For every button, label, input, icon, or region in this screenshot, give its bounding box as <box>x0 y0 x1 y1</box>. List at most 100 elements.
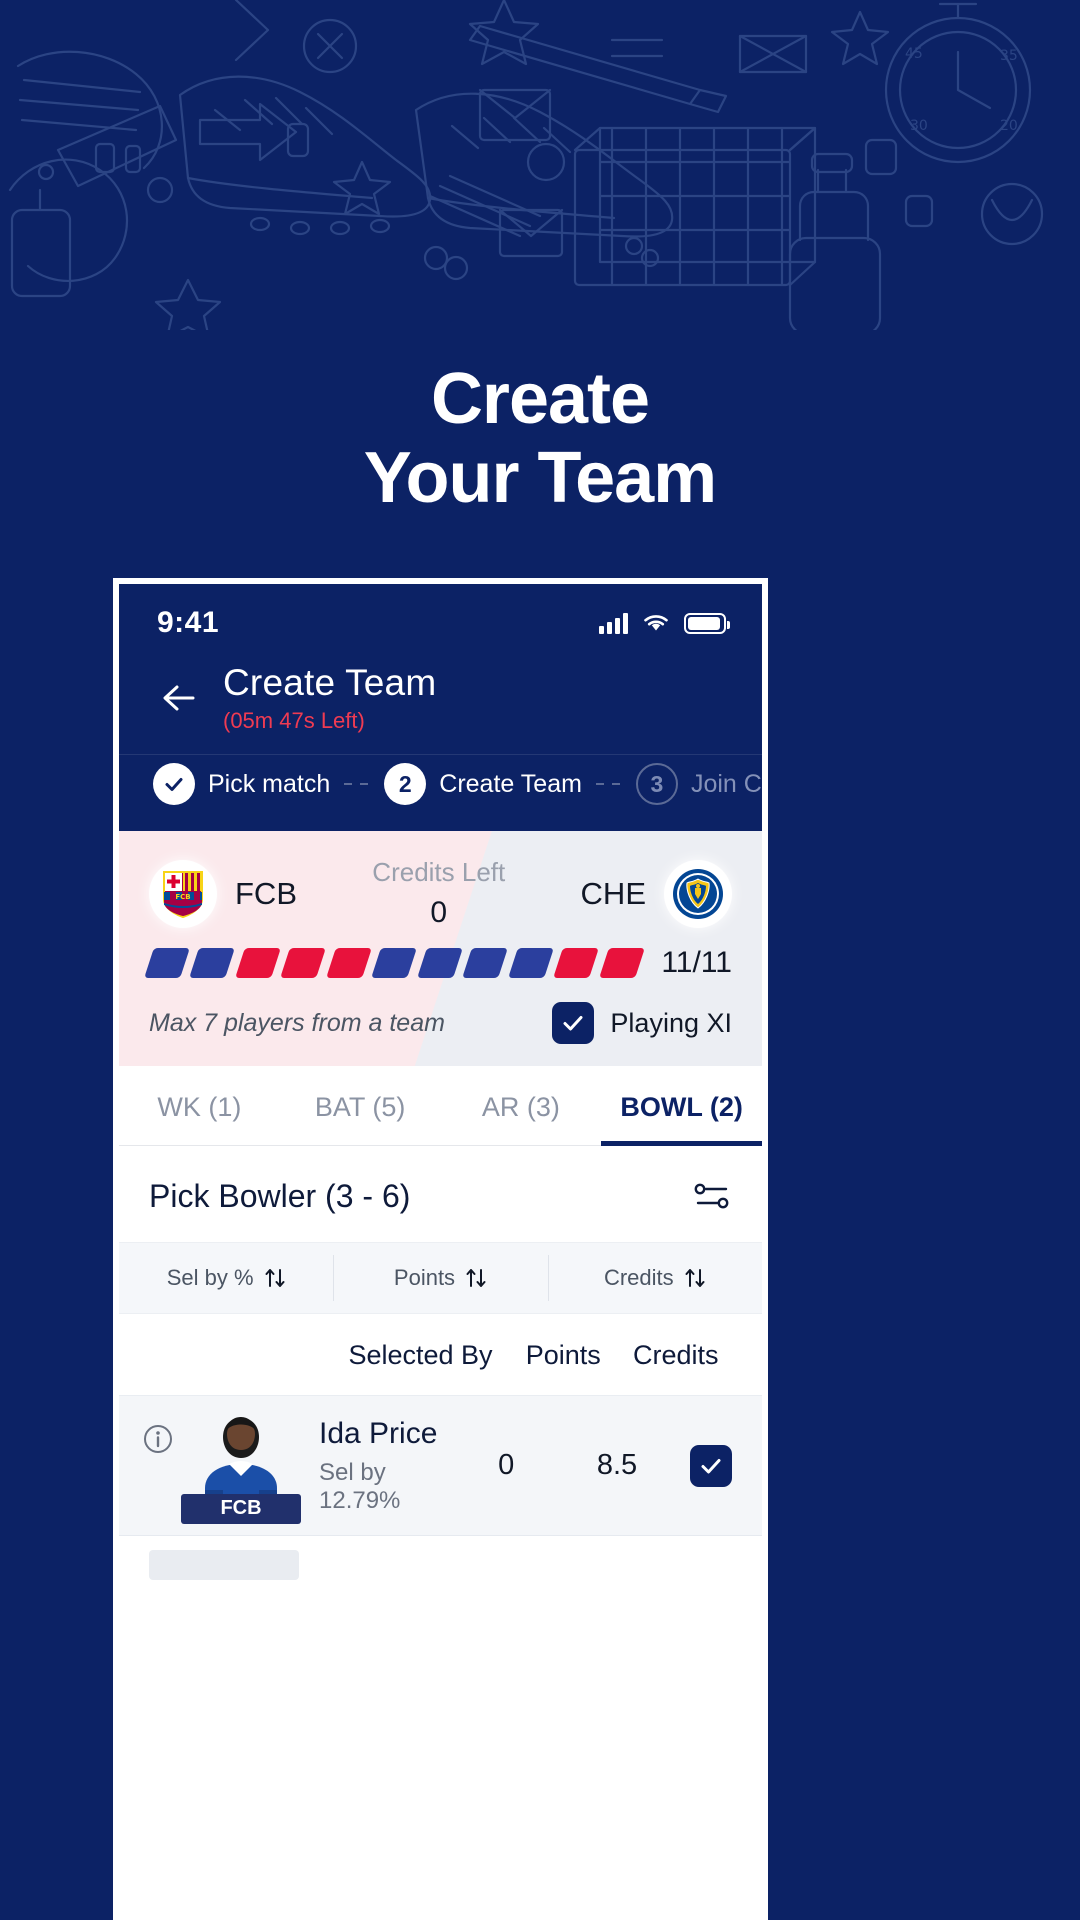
info-circle-icon[interactable] <box>143 1424 173 1454</box>
battery-full-icon <box>684 612 730 634</box>
check-icon <box>701 1458 721 1473</box>
header-title-block: Create Team (05m 47s Left) <box>223 664 436 732</box>
player-table-headers: Selected By Points Credits <box>119 1314 762 1396</box>
status-bar-icons <box>599 611 730 635</box>
filter-credits[interactable]: Credits <box>547 1243 762 1313</box>
che-crest-icon <box>664 859 732 928</box>
player-name: Ida Price <box>319 1416 438 1450</box>
slot-2 <box>189 948 236 978</box>
step-1-label: Pick match <box>208 769 331 798</box>
player-select-checkbox[interactable] <box>690 1444 732 1487</box>
status-bar: 9:41 <box>119 584 762 646</box>
playing-xi-toggle[interactable]: Playing XI <box>552 1002 732 1044</box>
step-separator-2 <box>595 783 622 785</box>
slot-9 <box>508 948 555 978</box>
step-join-contest[interactable]: 3 Join Contest <box>635 763 762 805</box>
svg-text:35: 35 <box>1000 48 1018 64</box>
svg-text:30: 30 <box>910 118 928 134</box>
player-slots: 11/11 <box>119 930 762 980</box>
svg-text:20: 20 <box>1000 118 1018 134</box>
slot-11 <box>598 948 646 978</box>
player-team-badge: FCB <box>181 1493 301 1524</box>
filter-points-label: Points <box>393 1265 456 1290</box>
header-selected-by: Selected By <box>348 1340 493 1370</box>
tab-wk[interactable]: WK (1) <box>119 1066 280 1145</box>
sports-doodle-background: 45 35 30 20 <box>0 0 1080 330</box>
step-create-team[interactable]: 2 Create Team <box>384 763 582 805</box>
credits-left-block: Credits Left 0 <box>372 857 505 930</box>
sort-updown-icon <box>265 1269 285 1287</box>
filter-points[interactable]: Points <box>333 1243 547 1313</box>
slot-4 <box>280 948 327 978</box>
tab-bat[interactable]: BAT (5) <box>280 1066 441 1145</box>
slot-6 <box>371 948 418 978</box>
next-row-placeholder <box>149 1550 299 1580</box>
player-sel-by: Sel by 12.79% <box>319 1458 401 1514</box>
player-points: 0 <box>498 1449 515 1481</box>
tab-bowl[interactable]: BOWL (2) <box>601 1066 762 1146</box>
page-title: Create Team <box>223 662 437 703</box>
filter-sel-by-percent[interactable]: Sel by % <box>119 1243 333 1313</box>
app-screen: 9:41 Create Team (05m 47s Left) Pick mat… <box>119 584 762 1920</box>
fcb-crest-icon: FCB <box>149 859 217 928</box>
playing-xi-checkbox[interactable] <box>552 1002 595 1044</box>
phone-mockup: 9:41 Create Team (05m 47s Left) Pick mat… <box>113 578 768 1920</box>
tab-ar[interactable]: AR (3) <box>441 1066 602 1145</box>
header-points: Points <box>525 1340 601 1370</box>
step-separator-1 <box>344 783 371 785</box>
sort-updown-icon <box>466 1269 486 1287</box>
max-players-note: Max 7 players from a team <box>149 1008 445 1037</box>
hero-line-1: Create <box>430 359 650 439</box>
team-right-code: CHE <box>580 875 646 911</box>
slot-count: 11/11 <box>661 946 732 979</box>
team-left-code: FCB <box>235 875 297 911</box>
slot-3 <box>235 948 282 978</box>
next-row-peek <box>119 1536 762 1550</box>
teams-credits-row: FCB FCB Credits Left 0 CHE <box>119 831 762 930</box>
header-credits: Credits <box>633 1340 719 1370</box>
back-arrow-icon[interactable] <box>157 676 201 720</box>
table-row[interactable]: FCB Ida Price Sel by 12.79% 0 8.5 <box>119 1396 762 1536</box>
credits-left-label: Credits Left <box>372 857 506 887</box>
svg-text:FCB: FCB <box>175 893 190 901</box>
filter-credits-label: Credits <box>603 1265 674 1290</box>
sort-updown-icon <box>685 1269 705 1287</box>
filter-sel-by-percent-label: Sel by % <box>166 1265 254 1290</box>
svg-text:45: 45 <box>905 46 923 62</box>
player-select-toggle[interactable] <box>672 1444 732 1487</box>
credits-panel: FCB FCB Credits Left 0 CHE 11/11 Max 7 p… <box>119 831 762 1066</box>
app-header: 9:41 Create Team (05m 47s Left) Pick mat… <box>119 584 762 831</box>
sort-filter-row: Sel by % Points Credits <box>119 1242 762 1314</box>
slot-8 <box>462 948 509 978</box>
slot-10 <box>553 948 600 978</box>
sort-settings-icon[interactable] <box>692 1176 732 1216</box>
team-left: FCB FCB <box>149 859 297 928</box>
pick-section-title: Pick Bowler (3 - 6) <box>149 1177 411 1214</box>
check-icon <box>563 1016 583 1031</box>
signal-bars-icon <box>599 612 628 634</box>
player-avatar-icon <box>193 1412 289 1504</box>
step-2-label: Create Team <box>439 769 582 798</box>
step-2-number: 2 <box>384 763 427 805</box>
step-3-label: Join Contest <box>690 769 762 798</box>
wifi-icon <box>644 615 668 631</box>
panel-footer-row: Max 7 players from a team Playing XI <box>119 980 762 1044</box>
team-right: CHE <box>580 859 732 928</box>
slot-1 <box>144 948 191 978</box>
pick-section-header: Pick Bowler (3 - 6) <box>119 1146 762 1242</box>
hero-heading: Create Your Team <box>0 359 1080 519</box>
playing-xi-label: Playing XI <box>610 1007 732 1038</box>
contest-timer: (05m 47s Left) <box>223 708 365 733</box>
player-info: Ida Price Sel by 12.79% <box>301 1417 451 1515</box>
player-credits: 8.5 <box>596 1449 638 1481</box>
progress-stepper: Pick match 2 Create Team 3 Join Contest <box>119 754 762 831</box>
credits-left-value: 0 <box>430 896 448 929</box>
avatar: FCB <box>181 1412 301 1524</box>
slot-5 <box>326 948 373 978</box>
status-bar-time: 9:41 <box>157 606 220 639</box>
step-1-check-icon <box>153 763 195 805</box>
hero-line-2: Your Team <box>363 438 717 519</box>
header-title-row: Create Team (05m 47s Left) <box>119 646 762 754</box>
step-pick-match[interactable]: Pick match <box>153 763 330 805</box>
step-3-number: 3 <box>635 763 678 805</box>
